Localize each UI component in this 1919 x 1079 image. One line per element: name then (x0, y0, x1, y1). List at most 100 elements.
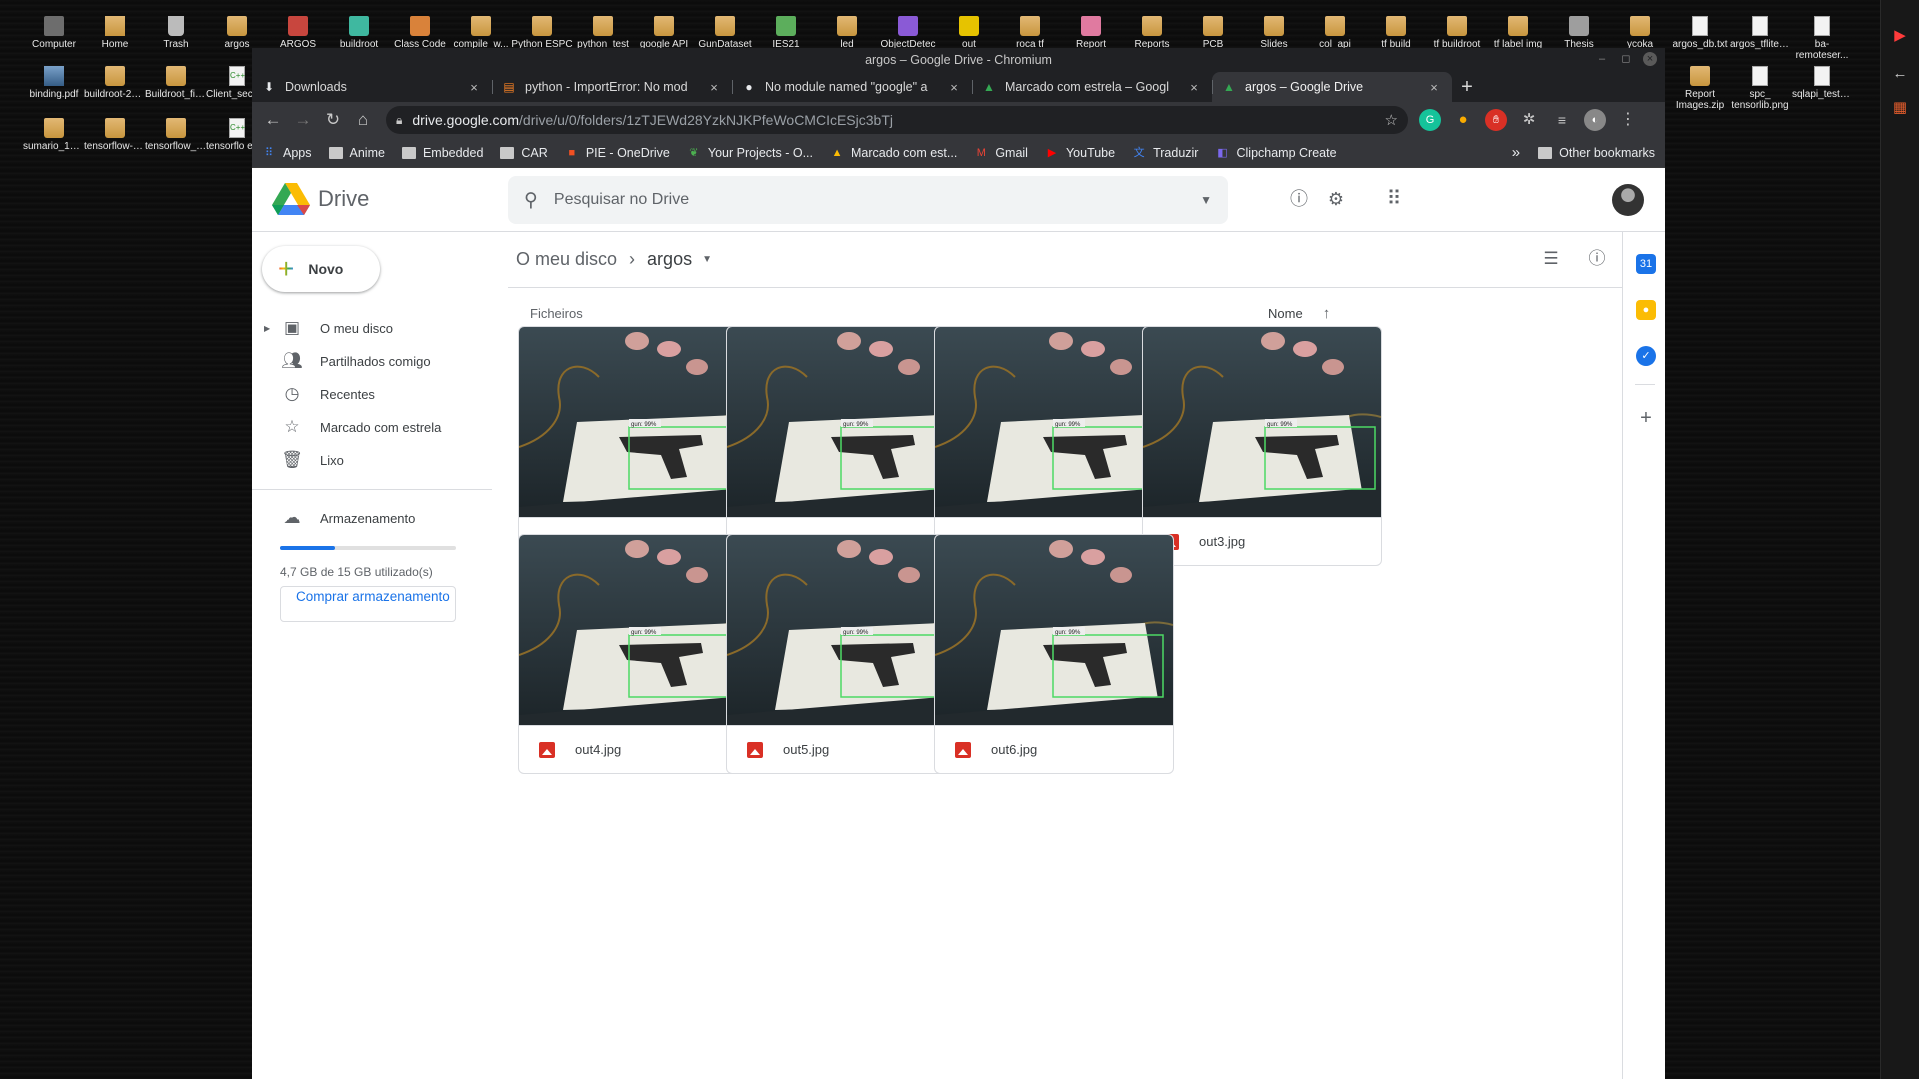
nav-my-drive[interactable]: ▶ ▣ O meu disco (252, 310, 492, 346)
desktop-icon[interactable]: PCB (1182, 16, 1244, 50)
desktop-icon[interactable]: ARGOS (267, 16, 329, 50)
bookmark-item[interactable]: 文 Traduzir (1132, 146, 1199, 160)
file-card[interactable]: gun: 99% out4.jpg (518, 534, 758, 774)
desktop-icon[interactable]: python_test (572, 16, 634, 50)
sort-arrow-up-icon[interactable]: ↑ (1323, 305, 1331, 322)
desktop-icon[interactable]: buildroot-2020.11.1... (84, 66, 146, 100)
desktop-icon[interactable]: col_api (1304, 16, 1366, 50)
browser-tab[interactable]: ⬇ Downloads × (252, 72, 492, 102)
home-icon[interactable]: ⌂ (348, 105, 378, 135)
settings-gear-icon[interactable]: ⚙ (1323, 186, 1349, 212)
desktop-icon[interactable]: Class Code (389, 16, 451, 50)
address-bar[interactable]: 🔒︎ drive.google.com/drive/u/0/folders/1z… (386, 106, 1408, 134)
more-bookmarks-chevron-icon[interactable]: » (1512, 144, 1520, 161)
desktop-icon[interactable]: Home (84, 16, 146, 50)
file-card[interactable]: gun: 99% out6.jpg (934, 534, 1174, 774)
desktop-icon[interactable]: argos (206, 16, 268, 50)
search-bar[interactable]: ⚲ Pesquisar no Drive ▼ (508, 176, 1228, 224)
desktop-icon[interactable]: Buildroot_first_steps... (145, 66, 207, 100)
tab-close-icon[interactable]: × (466, 80, 482, 95)
desktop-icon[interactable]: Report Images.zip (1670, 66, 1730, 111)
tab-close-icon[interactable]: × (1186, 80, 1202, 95)
account-avatar[interactable] (1612, 184, 1644, 216)
desktop-icon[interactable]: sumario_18_02_2021 (23, 118, 85, 152)
desktop-icon[interactable]: Report (1060, 16, 1122, 50)
desktop-icon[interactable]: tf buildroot (1426, 16, 1488, 50)
bookmark-item[interactable]: CAR (500, 146, 548, 160)
back-icon[interactable]: ← (258, 105, 288, 135)
maximize-icon[interactable]: ◻ (1619, 52, 1633, 66)
browser-tab[interactable]: ▤ python - ImportError: No mod × (492, 72, 732, 102)
drive-logo[interactable]: Drive (272, 182, 369, 216)
breadcrumb-root[interactable]: O meu disco (516, 249, 617, 270)
desktop-icon[interactable]: ba-remoteser... (1792, 16, 1852, 61)
bookmark-item[interactable]: Anime (328, 146, 385, 160)
nav-shared-with-me[interactable]: 👥︎ Partilhados comigo (252, 343, 492, 379)
file-card[interactable]: gun: 99% out3.jpg (1142, 326, 1382, 566)
bookmark-item[interactable]: Embedded (401, 146, 483, 160)
desktop-icon[interactable]: Computer (23, 16, 85, 50)
calendar-icon[interactable]: 31 (1636, 254, 1656, 274)
file-card[interactable]: gun: 99%out1.jpg (726, 326, 966, 566)
expand-caret-icon[interactable]: ▶ (264, 324, 270, 333)
back-arrow-icon[interactable]: ← (1892, 66, 1908, 82)
file-card[interactable]: gun: 99%out2.jpg (934, 326, 1174, 566)
desktop-icon[interactable]: google API (633, 16, 695, 50)
desktop-icon[interactable]: sqlapi_test.cpp (1792, 66, 1852, 100)
kebab-menu-icon[interactable]: ⋮ (1617, 109, 1639, 131)
reload-icon[interactable]: ↻ (318, 105, 348, 135)
file-card[interactable]: gun: 99%out0.jpg (518, 326, 758, 566)
other-bookmarks[interactable]: Other bookmarks (1538, 146, 1655, 160)
adblock-extension-icon[interactable]: ✋︎ (1485, 109, 1507, 131)
bookmark-item[interactable]: M Gmail (974, 146, 1028, 160)
desktop-icon[interactable]: GunDataset (694, 16, 756, 50)
desktop-icon[interactable]: Thesis (1548, 16, 1610, 50)
breadcrumb-current-folder[interactable]: argos (647, 249, 692, 270)
list-view-icon[interactable]: ☰ (1538, 246, 1564, 272)
profile-icon[interactable]: ◐ (1584, 109, 1606, 131)
buy-storage-button[interactable]: Comprar armazenamento (280, 586, 456, 622)
bookmark-item[interactable]: ❦ Your Projects - O... (687, 146, 813, 160)
desktop-icon[interactable]: led (816, 16, 878, 50)
nav-trash[interactable]: 🗑︎ Lixo (252, 442, 492, 478)
minimize-icon[interactable]: – (1595, 52, 1609, 66)
bookmark-star-icon[interactable]: ☆ (1385, 111, 1398, 129)
details-info-icon[interactable]: ⓘ (1584, 246, 1610, 272)
tab-close-icon[interactable]: × (946, 80, 962, 95)
browser-tab[interactable]: ▲ Marcado com estrela – Googl × (972, 72, 1212, 102)
puzzle-extensions-icon[interactable]: ✲ (1518, 109, 1540, 131)
desktop-icon[interactable]: IES21 (755, 16, 817, 50)
desktop-icon[interactable]: roca tf (999, 16, 1061, 50)
folder-dropdown-icon[interactable]: ▼ (702, 254, 712, 265)
bookmark-item[interactable]: ■ PIE - OneDrive (565, 146, 669, 160)
bookmark-item[interactable]: ▲ Marcado com est... (830, 146, 958, 160)
nav-storage[interactable]: ☁ Armazenamento (252, 500, 492, 536)
bookmark-item[interactable]: ⠿ Apps (262, 146, 312, 160)
nav-starred[interactable]: ☆ Marcado com estrela (252, 409, 492, 445)
tab-close-icon[interactable]: × (706, 80, 722, 95)
apps-grid-icon[interactable]: ▦ (1892, 100, 1908, 116)
forward-icon[interactable]: → (288, 105, 318, 135)
file-card[interactable]: gun: 99% out5.jpg (726, 534, 966, 774)
bookmark-item[interactable]: ▶ YouTube (1045, 146, 1115, 160)
search-options-icon[interactable]: ▼ (1200, 193, 1212, 207)
add-addon-icon[interactable]: + (1636, 408, 1656, 428)
help-icon[interactable]: ⓘ (1286, 186, 1312, 212)
grammarly-extension-icon[interactable]: G (1419, 109, 1441, 131)
desktop-icon[interactable]: Slides (1243, 16, 1305, 50)
desktop-icon[interactable]: buildroot (328, 16, 390, 50)
tasks-icon[interactable]: ✓ (1636, 346, 1656, 366)
bookmark-item[interactable]: ◧ Clipchamp Create (1215, 146, 1336, 160)
new-tab-icon[interactable]: + (1452, 72, 1482, 102)
desktop-icon[interactable]: tf build (1365, 16, 1427, 50)
sort-control[interactable]: Nome ↑ (1268, 305, 1330, 322)
keep-icon[interactable]: ● (1636, 300, 1656, 320)
browser-tab[interactable]: ▲ argos – Google Drive × (1212, 72, 1452, 102)
desktop-icon[interactable]: ycoka (1609, 16, 1671, 50)
desktop-icon[interactable]: argos_tflite_detection_... (1730, 16, 1790, 50)
desktop-icon[interactable]: argos_db.txt (1670, 16, 1730, 50)
desktop-icon[interactable]: Trash (145, 16, 207, 50)
new-button[interactable]: + Novo (262, 246, 380, 292)
media-control-icon[interactable]: ≡ (1551, 109, 1573, 131)
desktop-icon[interactable]: tf label img (1487, 16, 1549, 50)
